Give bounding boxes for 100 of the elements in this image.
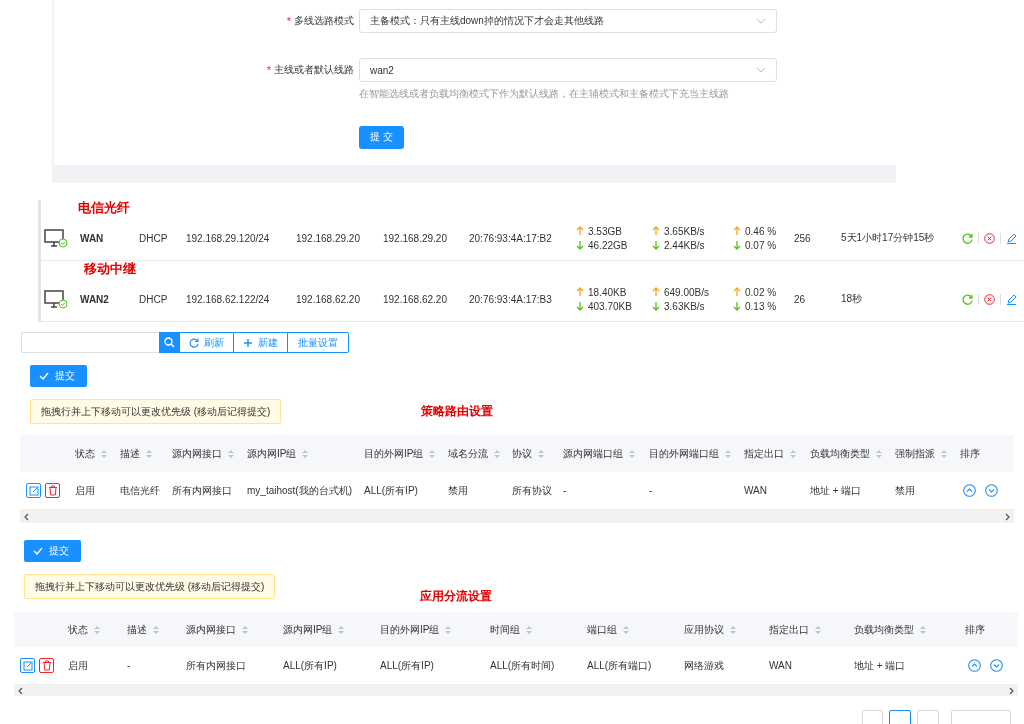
sort-caret-icon[interactable] [429, 448, 436, 459]
annotation-label: 应用分流设置 [420, 588, 493, 605]
table-cell-text: 所有内网接口 [185, 658, 247, 673]
sort-caret-icon[interactable] [94, 624, 100, 635]
column-header: 状态 [68, 622, 88, 637]
sort-caret-icon[interactable] [815, 624, 821, 635]
delete-button[interactable] [45, 483, 60, 498]
down-arrow-icon [652, 240, 660, 250]
delete-button[interactable] [39, 658, 54, 673]
check-icon [33, 547, 43, 555]
edit-icon[interactable] [1006, 293, 1017, 305]
search-field[interactable] [21, 332, 159, 353]
scroll-right-icon[interactable] [1005, 512, 1011, 521]
column-header: 端口组 [587, 622, 617, 637]
sort-caret-icon[interactable] [623, 624, 629, 635]
scroll-left-icon[interactable] [17, 686, 23, 695]
table-cell-text: 192.168.29.20 [383, 232, 448, 244]
up-arrow-icon [652, 287, 660, 297]
sort-caret-icon[interactable] [920, 624, 926, 635]
table-cell-text: ALL(所有IP) [363, 483, 419, 498]
sort-caret-icon[interactable] [494, 448, 500, 459]
table-cell-text: 18秒 [841, 292, 864, 306]
table-cell-text: 启用 [67, 658, 89, 673]
table-cell-text: 所有内网接口 [171, 483, 233, 498]
column-header: 描述 [127, 622, 147, 637]
dropdown[interactable]: 主备模式：只有主线down掉的情况下才会走其他线路 [359, 9, 777, 33]
close-circle-icon[interactable] [984, 293, 995, 305]
close-circle-icon[interactable] [984, 232, 995, 244]
toolbar-button[interactable]: 批量设置 [288, 332, 349, 353]
horizontal-scrollbar[interactable] [20, 510, 1014, 523]
column-header: 状态 [75, 446, 95, 461]
up-arrow-icon [733, 226, 741, 236]
refresh-icon[interactable] [962, 293, 973, 305]
table-cell-text: ALL(所有IP) [282, 658, 338, 673]
field-label: 多线选路模式 [294, 14, 354, 28]
search-button[interactable] [159, 332, 180, 353]
sort-caret-icon[interactable] [538, 448, 544, 459]
table-cell: 0.07 % [745, 239, 777, 251]
column-header: 应用协议 [684, 622, 724, 637]
monitor-check-icon [44, 228, 68, 248]
column-header: 描述 [120, 446, 140, 461]
chevron-down-icon [756, 18, 766, 24]
up-circle-icon[interactable] [963, 484, 976, 497]
table-cell-text: 192.168.29.120/24 [186, 232, 271, 244]
table-cell-text: 地址 + 端口 [809, 483, 863, 498]
sort-caret-icon[interactable] [526, 624, 532, 635]
edit-button[interactable] [26, 483, 41, 498]
table-cell-text: ALL(所有IP) [379, 658, 435, 673]
up-circle-icon[interactable] [968, 659, 981, 672]
sort-caret-icon[interactable] [153, 624, 159, 635]
table-cell-text: 电信光纤 [119, 483, 161, 498]
refresh-icon [189, 337, 199, 348]
sort-caret-icon[interactable] [876, 448, 882, 459]
table-cell-text: 网络游戏 [683, 658, 725, 673]
table-cell-text: 5天1小时17分钟15秒 [841, 231, 936, 245]
sort-caret-icon[interactable] [730, 624, 736, 635]
table-cell-text: my_taihost(我的台式机) [246, 483, 353, 498]
sort-caret-icon[interactable] [725, 448, 731, 459]
sort-caret-icon[interactable] [101, 448, 107, 459]
scroll-right-icon[interactable] [1009, 686, 1015, 695]
required-mark: * [286, 15, 291, 27]
submit-button[interactable]: 提交 [30, 365, 87, 387]
horizontal-scrollbar[interactable] [14, 685, 1018, 696]
refresh-icon[interactable] [962, 232, 973, 244]
table-cell-text: WAN2 [80, 293, 110, 305]
table-cell-text: - [126, 660, 132, 671]
down-arrow-icon [733, 301, 741, 311]
column-header: 目的外网端口组 [649, 446, 719, 461]
column-header: 域名分流 [448, 446, 488, 461]
notice-banner: 拖拽行并上下移动可以更改优先级 (移动后记得提交) [30, 399, 282, 424]
down-circle-icon[interactable] [985, 484, 998, 497]
sort-caret-icon[interactable] [242, 624, 248, 635]
sort-caret-icon[interactable] [338, 624, 345, 635]
submit-button[interactable]: 提 交 [359, 125, 404, 149]
table-cell-text: 20:76:93:4A:17:B3 [469, 293, 553, 305]
submit-button[interactable]: 提交 [24, 540, 81, 562]
table-cell: 3.53GB [588, 225, 622, 237]
column-header: 源内网IP组 [283, 622, 333, 637]
sort-caret-icon[interactable] [629, 448, 635, 459]
sort-caret-icon[interactable] [146, 448, 152, 459]
table-cell: 403.70KB [588, 300, 632, 312]
dropdown[interactable]: wan2 [359, 58, 777, 82]
edit-icon[interactable] [1006, 232, 1017, 244]
sort-caret-icon[interactable] [228, 448, 234, 459]
toolbar-button[interactable]: 刷新 [180, 332, 234, 353]
up-arrow-icon [733, 287, 741, 297]
column-header: 目的外网IP组 [380, 622, 440, 637]
scroll-left-icon[interactable] [23, 512, 29, 521]
sort-caret-icon[interactable] [790, 448, 796, 459]
edit-button[interactable] [20, 658, 35, 673]
monitor-check-icon [44, 289, 68, 309]
table-cell: 3.63KB/s [664, 300, 705, 312]
sort-caret-icon[interactable] [445, 624, 452, 635]
sort-caret-icon[interactable] [302, 448, 309, 459]
down-circle-icon[interactable] [990, 659, 1003, 672]
toolbar-button[interactable]: 新建 [234, 332, 288, 353]
sort-caret-icon[interactable] [941, 448, 947, 459]
table-cell-text: ALL(所有端口) [586, 658, 653, 673]
table-cell-text: 所有协议 [511, 483, 553, 498]
table-cell-text: 地址 + 端口 [853, 658, 907, 673]
